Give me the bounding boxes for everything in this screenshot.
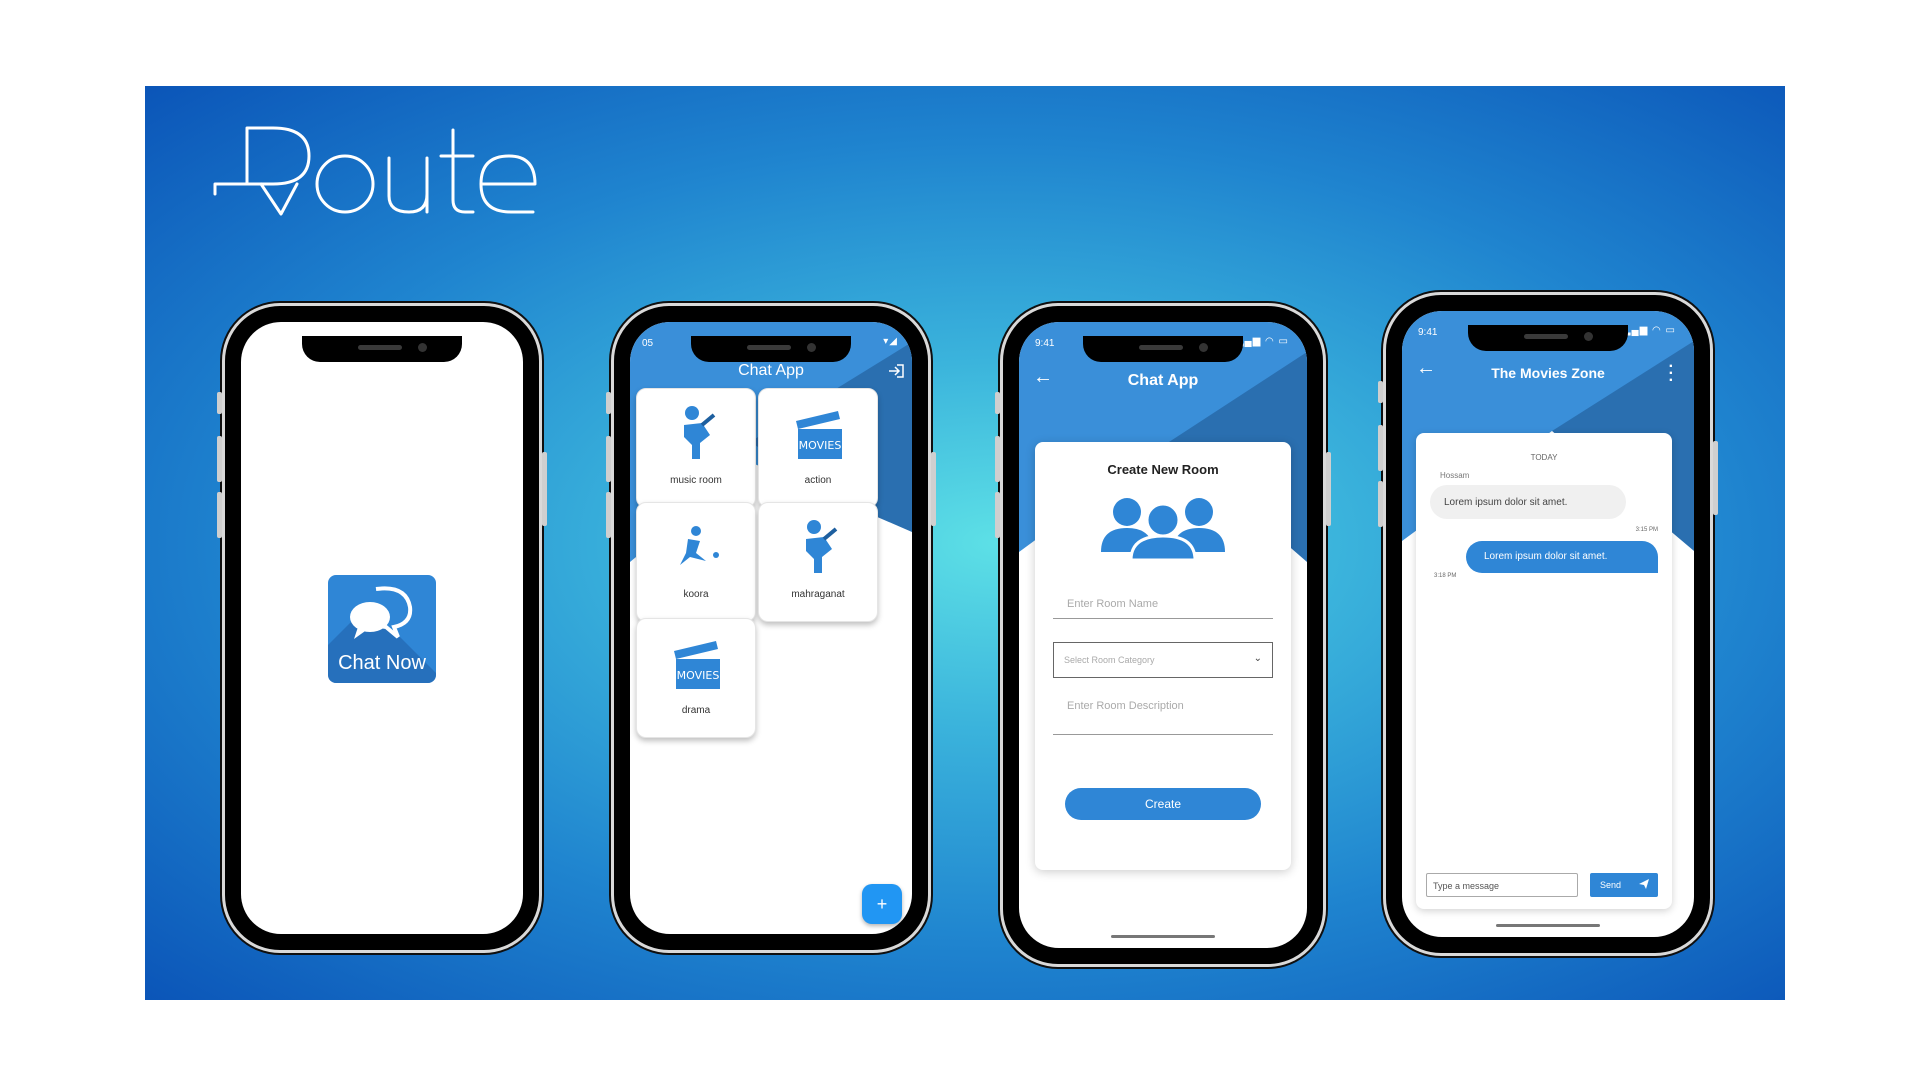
chat-now-app-icon[interactable]: Chat Now bbox=[328, 575, 436, 683]
room-label: action bbox=[804, 475, 832, 486]
logout-icon[interactable] bbox=[888, 364, 904, 378]
svg-text:MOVIES: MOVIES bbox=[677, 669, 720, 682]
movies-clapper-icon: MOVIES bbox=[796, 411, 842, 459]
message-input[interactable]: Type a message bbox=[1426, 873, 1578, 897]
rooms-screen: 05 ▾◢ Chat App music room MOVIES action … bbox=[630, 322, 912, 934]
room-label: drama bbox=[681, 705, 711, 716]
chat-room-screen: 9:41 ▂▄▆ ◠ ▭ ← The Movies Zone · · · TODAY… bbox=[1402, 311, 1694, 937]
microphone-fist-icon bbox=[806, 520, 838, 573]
splash-screen: Chat Now bbox=[241, 322, 523, 934]
app-title: Chat App bbox=[738, 362, 804, 379]
send-label: Send bbox=[1600, 880, 1622, 890]
select-placeholder: Select Room Category bbox=[1064, 655, 1155, 665]
incoming-message: Lorem ipsum dolor sit amet. bbox=[1430, 485, 1626, 519]
status-icons: ▾◢ bbox=[883, 336, 898, 347]
phone-rooms: 05 ▾◢ Chat App music room MOVIES action … bbox=[606, 303, 936, 953]
sender-name: Hossam bbox=[1440, 471, 1470, 480]
chevron-down-icon: ⌄ bbox=[1253, 653, 1262, 664]
phone-chat-room: 9:41 ▂▄▆ ◠ ▭ ← The Movies Zone · · · TODAY… bbox=[1378, 292, 1718, 956]
chat-bubbles-icon bbox=[350, 586, 413, 639]
chat-room-title: The Movies Zone bbox=[1491, 365, 1605, 381]
room-card-drama[interactable]: MOVIES drama bbox=[636, 618, 756, 738]
room-label: mahraganat bbox=[791, 589, 845, 600]
room-category-select[interactable]: Select Room Category ⌄ bbox=[1053, 642, 1273, 678]
outgoing-timestamp: 3:18 PM bbox=[1434, 573, 1457, 579]
movies-clapper-icon: MOVIES bbox=[674, 641, 720, 689]
room-name-field[interactable]: Enter Room Name bbox=[1053, 598, 1273, 619]
status-time: 9:41 bbox=[1418, 327, 1438, 338]
football-player-icon bbox=[680, 526, 719, 565]
notch bbox=[1468, 325, 1628, 351]
route-logo bbox=[213, 116, 543, 236]
microphone-fist-icon bbox=[684, 406, 716, 459]
phone-splash: Chat Now bbox=[217, 303, 547, 953]
status-time: 9:41 bbox=[1035, 338, 1055, 349]
status-time: 05 bbox=[642, 338, 654, 349]
svg-text:MOVIES: MOVIES bbox=[799, 439, 842, 452]
create-button[interactable]: Create bbox=[1065, 788, 1261, 820]
room-description-field[interactable]: Enter Room Description bbox=[1053, 700, 1273, 735]
home-indicator bbox=[1496, 924, 1600, 927]
room-card-koora[interactable]: koora bbox=[636, 502, 756, 622]
presentation-background: Chat Now 05 ▾◢ Chat App music room MOVIE… bbox=[145, 86, 1785, 1000]
incoming-timestamp: 3:15 PM bbox=[1635, 527, 1658, 533]
room-card-action[interactable]: MOVIES action bbox=[758, 388, 878, 508]
phone-create-room: 9:41 ▂▄▆ ◠ ▭ ← Chat App Create New Room … bbox=[995, 303, 1331, 967]
create-room-screen: 9:41 ▂▄▆ ◠ ▭ ← Chat App Create New Room … bbox=[1019, 322, 1307, 948]
chat-panel: TODAY Hossam Lorem ipsum dolor sit amet.… bbox=[1416, 433, 1672, 909]
notch bbox=[691, 336, 851, 362]
room-card-mahraganat[interactable]: mahraganat bbox=[758, 502, 878, 622]
send-button[interactable]: Send bbox=[1590, 873, 1658, 897]
status-icons: ▂▄▆ ◠ ▭ bbox=[1235, 336, 1289, 347]
home-indicator bbox=[1111, 935, 1215, 938]
app-icon-label: Chat Now bbox=[338, 652, 426, 674]
notch bbox=[302, 336, 462, 362]
send-plane-icon bbox=[1639, 879, 1649, 889]
app-title: Chat App bbox=[1127, 372, 1199, 389]
notch bbox=[1083, 336, 1243, 362]
day-separator: TODAY bbox=[1530, 453, 1558, 462]
outgoing-message: Lorem ipsum dolor sit amet. bbox=[1466, 541, 1658, 573]
form-title: Create New Room bbox=[1107, 462, 1219, 477]
create-room-form: Create New Room Enter Room Name Select R… bbox=[1035, 442, 1291, 870]
room-label: koora bbox=[683, 589, 709, 600]
room-card-music-room[interactable]: music room bbox=[636, 388, 756, 508]
group-people-icon bbox=[1101, 498, 1225, 560]
more-options-icon[interactable]: · · · bbox=[1669, 359, 1674, 389]
status-icons: ▂▄▆ ◠ ▭ bbox=[1622, 325, 1676, 336]
add-room-button[interactable]: + bbox=[862, 884, 902, 924]
room-label: music room bbox=[670, 475, 722, 486]
